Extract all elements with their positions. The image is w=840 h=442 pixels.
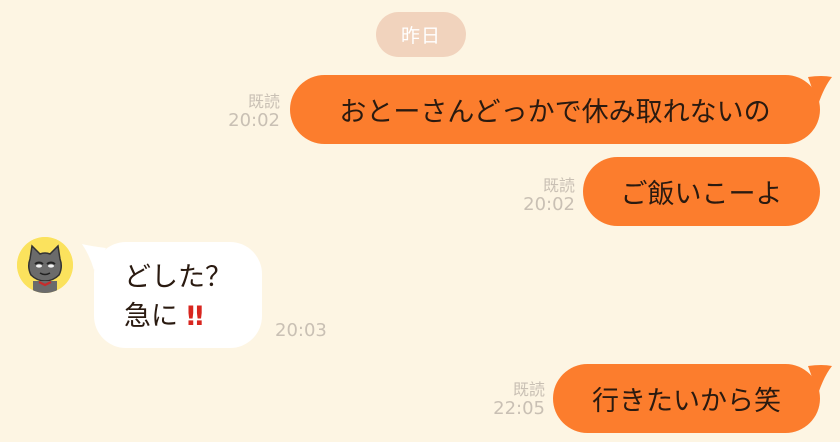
message-text: ご飯いこーよ bbox=[620, 179, 783, 210]
read-receipt: 既読 bbox=[247, 92, 280, 111]
cat-avatar-icon[interactable] bbox=[17, 237, 73, 293]
message-text-part: 急に bbox=[124, 301, 178, 333]
outgoing-message-bubble[interactable]: ご飯いこーよ bbox=[583, 157, 820, 226]
read-receipt: 既読 bbox=[512, 380, 545, 399]
date-separator: 昨日 bbox=[376, 12, 466, 57]
message-text: 行きたいから笑 bbox=[592, 386, 781, 417]
message-time: 22:05 bbox=[493, 398, 545, 420]
incoming-message-bubble[interactable]: どした？ 急に ‼ bbox=[94, 242, 262, 348]
message-meta: 既読 22:05 bbox=[475, 380, 545, 420]
message-meta: 既読 20:02 bbox=[210, 92, 280, 132]
double-exclamation-icon: ‼ bbox=[186, 301, 204, 333]
message-text: 急に ‼ bbox=[124, 297, 232, 336]
message-text: どした？ bbox=[124, 262, 232, 293]
message-time: 20:03 bbox=[275, 320, 327, 341]
outgoing-message-bubble[interactable]: おとーさんどっかで休み取れないの bbox=[290, 75, 820, 144]
read-receipt: 既読 bbox=[542, 176, 575, 195]
message-time: 20:02 bbox=[228, 110, 280, 132]
message-time: 20:02 bbox=[523, 194, 575, 216]
message-meta: 既読 20:02 bbox=[505, 176, 575, 216]
outgoing-message-bubble[interactable]: 行きたいから笑 bbox=[553, 364, 820, 433]
message-text: おとーさんどっかで休み取れないの bbox=[339, 97, 771, 128]
